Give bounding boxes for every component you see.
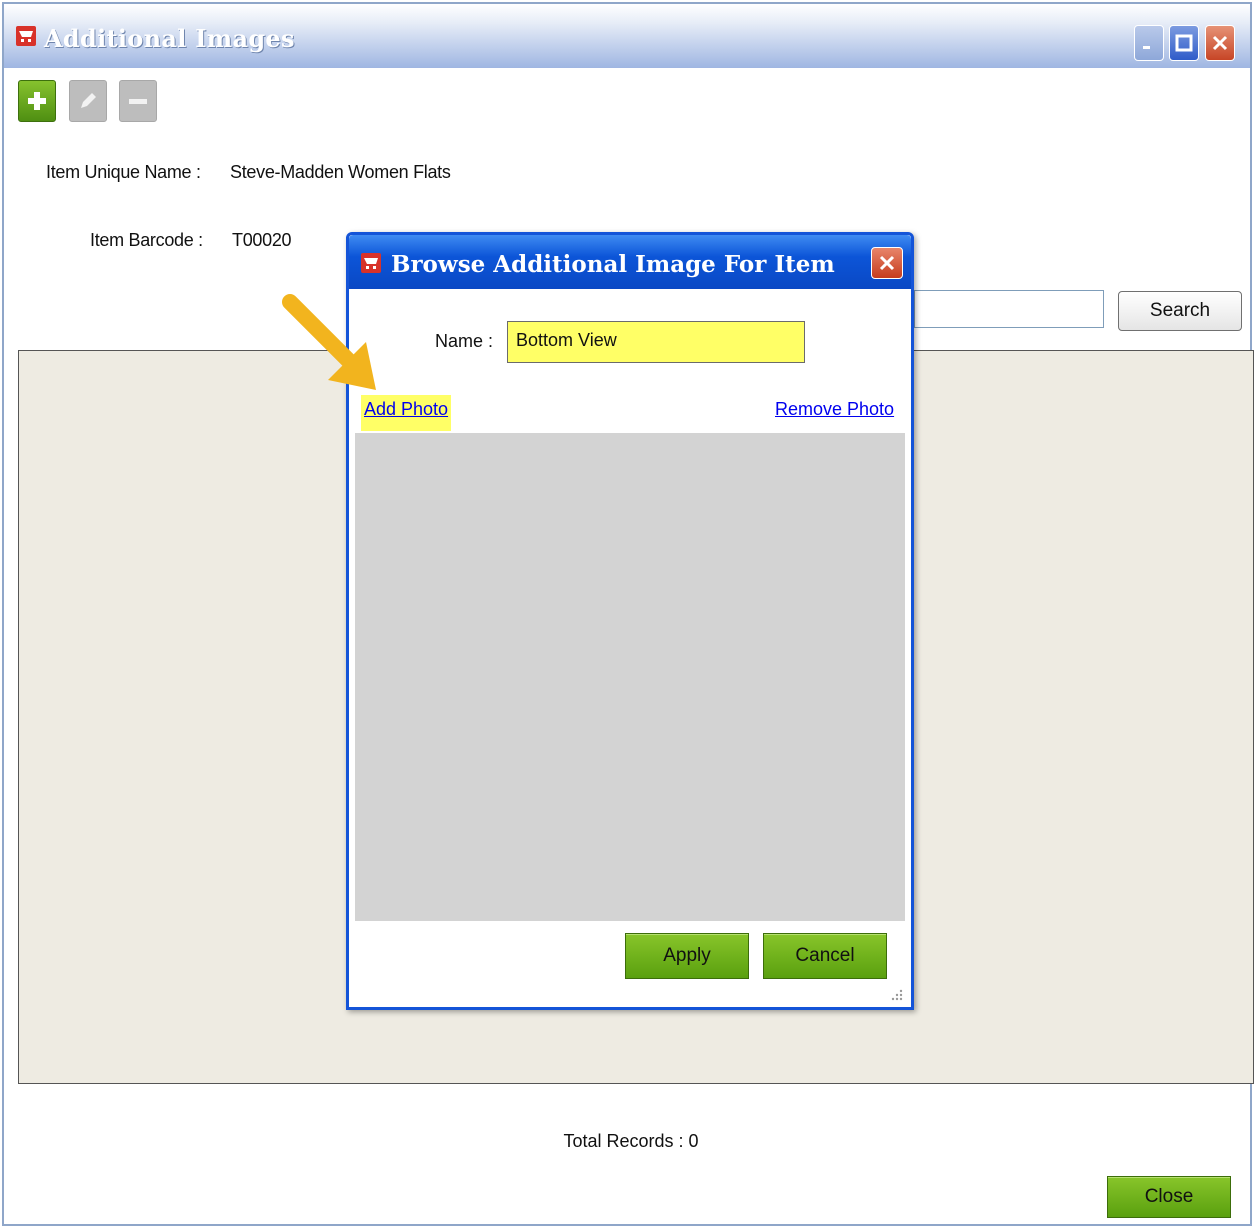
browse-image-dialog: Browse Additional Image For Item Name : … xyxy=(346,232,914,1010)
resize-grip-icon[interactable] xyxy=(889,987,903,1001)
main-titlebar[interactable]: Additional Images xyxy=(4,4,1250,68)
maximize-icon xyxy=(1175,34,1193,52)
search-button[interactable]: Search xyxy=(1118,291,1242,331)
plus-icon xyxy=(28,92,46,110)
pencil-icon xyxy=(81,93,96,108)
unique-name-value: Steve-Madden Women Flats xyxy=(230,162,451,182)
close-button[interactable]: Close xyxy=(1107,1176,1231,1218)
delete-button[interactable] xyxy=(119,80,157,122)
barcode-value: T00020 xyxy=(232,230,292,250)
remove-photo-link[interactable]: Remove Photo xyxy=(775,399,894,420)
cancel-button[interactable]: Cancel xyxy=(763,933,887,979)
pointer-arrow-icon xyxy=(282,294,376,390)
barcode-label: Item Barcode : xyxy=(90,230,203,250)
name-input[interactable]: Bottom View xyxy=(507,321,805,363)
apply-button[interactable]: Apply xyxy=(625,933,749,979)
close-icon xyxy=(1212,35,1228,51)
dialog-titlebar[interactable]: Browse Additional Image For Item xyxy=(349,235,911,289)
name-label: Name : xyxy=(435,331,494,351)
maximize-button[interactable] xyxy=(1169,25,1199,61)
minus-icon xyxy=(129,99,147,104)
search-input[interactable] xyxy=(914,290,1104,328)
close-window-button[interactable] xyxy=(1205,25,1235,61)
window-title: Additional Images xyxy=(44,24,295,53)
unique-name-label: Item Unique Name : xyxy=(46,162,201,182)
minimize-button[interactable] xyxy=(1134,25,1164,61)
dialog-title: Browse Additional Image For Item xyxy=(391,251,835,278)
close-icon xyxy=(879,255,895,271)
photo-preview xyxy=(355,433,905,921)
minimize-icon xyxy=(1143,46,1150,49)
total-records: Total Records : 0 xyxy=(563,1131,699,1151)
shopping-cart-icon xyxy=(16,26,36,46)
dialog-close-button[interactable] xyxy=(871,247,903,279)
shopping-cart-icon xyxy=(361,253,381,273)
add-button[interactable] xyxy=(18,80,56,122)
edit-button[interactable] xyxy=(69,80,107,122)
